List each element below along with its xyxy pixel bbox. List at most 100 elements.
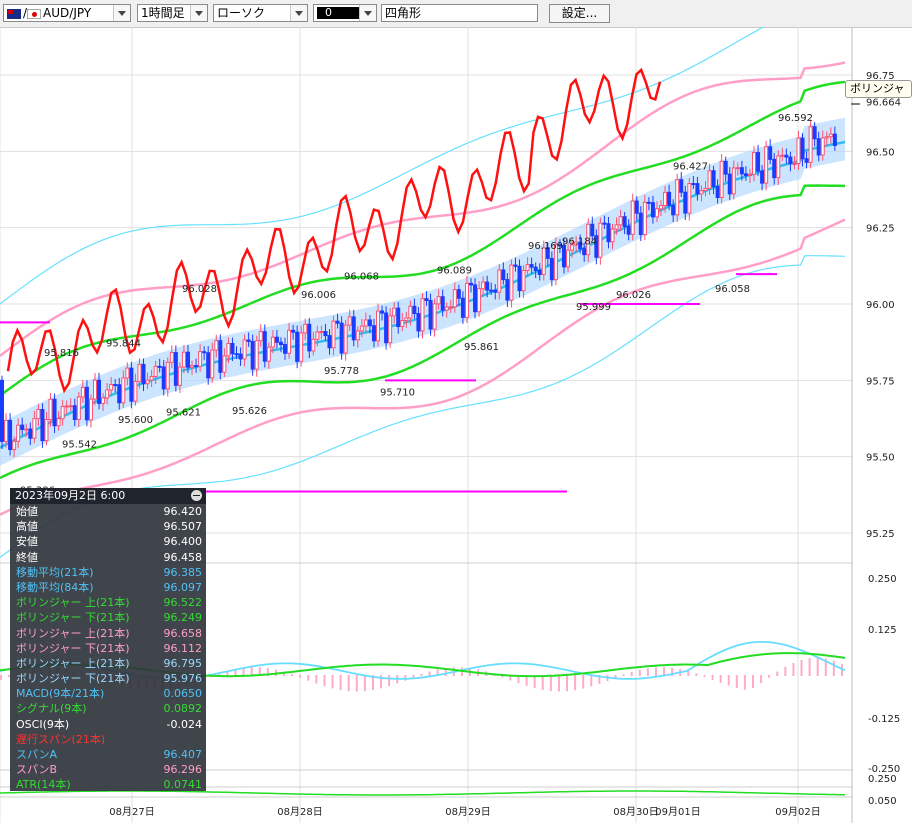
candle-body xyxy=(145,379,150,385)
osci-bar xyxy=(331,675,334,689)
candle-body xyxy=(109,384,114,391)
candle-body xyxy=(566,249,571,268)
candle-body xyxy=(274,336,279,343)
candle-body xyxy=(408,305,413,319)
candle-body xyxy=(448,306,453,309)
candle-body xyxy=(772,158,777,179)
candle-body xyxy=(315,331,320,340)
info-row-value: 96.458 xyxy=(163,550,203,564)
candle-body xyxy=(537,269,542,275)
osci-bar xyxy=(566,675,569,692)
price-annotation: 96.169 xyxy=(528,241,563,252)
candle-body xyxy=(824,136,829,139)
candle-body xyxy=(428,299,433,330)
x-axis-label: 08月27日 xyxy=(109,806,154,818)
candle-body xyxy=(715,186,720,199)
candle-body xyxy=(739,167,744,175)
candle-body xyxy=(36,408,41,420)
candle-body xyxy=(703,187,708,192)
candle-body xyxy=(400,320,405,328)
candle-body xyxy=(359,325,364,332)
osci-bar xyxy=(428,671,431,676)
candle-body xyxy=(747,173,752,176)
currency-pair-select[interactable]: / AUD/JPY xyxy=(3,4,131,22)
candle-body xyxy=(614,224,619,230)
candle-body xyxy=(169,352,174,363)
candle-body xyxy=(618,216,623,226)
info-row-label: シグナル(9本) xyxy=(16,702,87,716)
osci-bar xyxy=(768,675,771,678)
candle-body xyxy=(436,296,441,305)
candle-body xyxy=(796,137,801,164)
info-row: ボリンジャー 上(21本) 96.522 xyxy=(10,595,206,610)
collapse-icon[interactable] xyxy=(191,490,202,501)
info-row: 終値 96.458 xyxy=(10,550,206,565)
candle-body xyxy=(780,154,785,157)
candle-body xyxy=(707,170,712,189)
candle-body xyxy=(52,398,57,427)
info-row-label: MACD(9本/21本) xyxy=(16,687,105,701)
settings-button[interactable]: 設定... xyxy=(549,4,610,23)
candle-body xyxy=(412,305,417,315)
candle-body xyxy=(214,340,219,351)
price-annotation: 96.026 xyxy=(616,290,651,301)
candle-body xyxy=(808,126,813,163)
osci-bar xyxy=(776,671,779,676)
candle-body xyxy=(468,282,473,286)
osci-bar xyxy=(816,657,819,676)
info-row-label: ボリンジャー 上(21本) xyxy=(16,596,130,610)
candle-body xyxy=(719,160,724,199)
candle-body xyxy=(76,396,81,420)
candle-body xyxy=(416,313,421,332)
price-annotation: 95.844 xyxy=(106,339,141,350)
candle-body xyxy=(392,307,397,317)
pair-label: AUD/JPY xyxy=(43,6,92,20)
timeframe-select[interactable]: 1時間足 xyxy=(137,4,208,22)
info-row-value: 96.658 xyxy=(163,626,203,640)
osci-bar xyxy=(727,675,730,686)
candle-body xyxy=(642,201,647,236)
osci-bar xyxy=(784,666,787,676)
drawing-shape-label: 四角形 xyxy=(385,6,422,20)
candle-body xyxy=(355,330,360,341)
candle-body xyxy=(141,363,146,385)
info-row-label: 安値 xyxy=(16,535,38,549)
price-axis-label: 96.25 xyxy=(866,224,895,235)
candle-body xyxy=(828,133,833,138)
candle-body xyxy=(444,306,449,311)
osci-bar xyxy=(638,669,641,676)
candle-body xyxy=(194,365,199,368)
info-row-label: ボリンジャー 上(21本) xyxy=(16,656,130,670)
info-panel-header: 2023年09月2日 6:00 xyxy=(10,488,206,504)
info-row-value: 96.420 xyxy=(163,505,203,518)
candle-body xyxy=(505,279,510,301)
osci-bar xyxy=(242,667,245,676)
japan-flag-icon xyxy=(27,8,42,19)
osci-bar xyxy=(299,675,302,678)
osci-bar xyxy=(752,675,755,689)
candle-body xyxy=(278,341,283,346)
candle-body xyxy=(723,160,728,175)
price-axis-label: 95.25 xyxy=(866,529,895,540)
price-annotation: 95.999 xyxy=(576,302,611,313)
candle-body xyxy=(452,289,457,308)
candle-body xyxy=(101,397,106,404)
info-row-label: ボリンジャー 下(21本) xyxy=(16,611,130,625)
info-row: ボリンジャー 下(21本) 96.249 xyxy=(10,610,206,625)
info-row-value: 0.0892 xyxy=(163,702,203,716)
osci-bar xyxy=(760,675,763,683)
osci-bar xyxy=(832,660,835,676)
osci-bar xyxy=(549,675,552,692)
line-style-select[interactable]: 0 xyxy=(313,4,377,22)
candle-body xyxy=(671,204,676,216)
candle-body xyxy=(48,398,53,420)
info-row-label: 高値 xyxy=(16,520,38,534)
candle-body xyxy=(335,320,340,324)
chart-type-select[interactable]: ローソク xyxy=(213,4,308,22)
price-axis-label: 95.75 xyxy=(866,376,895,387)
candle-body xyxy=(756,152,761,172)
candle-body xyxy=(691,183,696,186)
candle-body xyxy=(153,365,158,377)
info-row-label: OSCI(9本) xyxy=(16,717,70,731)
drawing-shape-field[interactable]: 四角形 xyxy=(381,4,538,22)
